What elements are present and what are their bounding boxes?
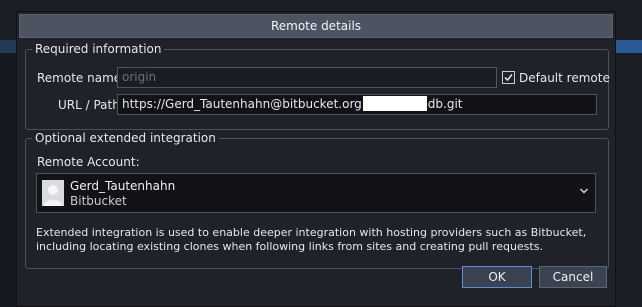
info-line-2: including locating existing clones when … [36,240,543,253]
background-sidebar [0,53,16,307]
url-suffix: db.git [427,97,463,111]
required-information-legend: Required information [32,41,165,57]
remote-name-input[interactable]: origin [117,67,497,88]
remote-account-label: Remote Account: [37,155,140,169]
remote-details-dialog: Remote details Required information Remo… [16,11,616,307]
integration-info-text: Extended integration is used to enable d… [36,226,596,254]
avatar [42,180,64,206]
default-remote-checkbox[interactable] [502,71,515,84]
cancel-button[interactable]: Cancel [539,266,607,288]
chevron-down-icon [580,188,588,194]
user-silhouette-icon [44,185,62,206]
default-remote-label: Default remote [519,71,610,85]
dialog-title: Remote details [19,14,613,38]
redacted-block [362,96,427,111]
url-path-label: URL / Path: [58,98,124,112]
optional-integration-group: Optional extended integration Remote Acc… [25,130,609,269]
remote-account-select[interactable]: Gerd_Tautenhahn Bitbucket [36,173,596,213]
remote-name-label: Remote name: [37,71,126,85]
url-path-input[interactable]: https://Gerd_Tautenhahn@bitbucket.org db.… [117,94,597,115]
required-information-group: Required information Remote name: origin… [25,41,610,130]
ok-button[interactable]: OK [462,266,532,288]
url-prefix: https://Gerd_Tautenhahn@bitbucket.org [122,97,362,111]
optional-integration-legend: Optional extended integration [32,130,219,146]
checkmark-icon [504,74,513,82]
account-name: Gerd_Tautenhahn [70,179,176,193]
account-provider: Bitbucket [70,194,127,208]
info-line-1: Extended integration is used to enable d… [36,226,587,239]
